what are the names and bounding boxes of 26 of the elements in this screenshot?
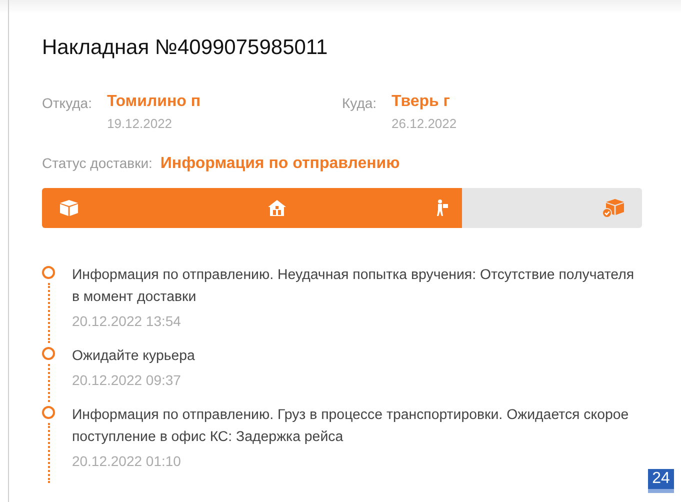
box-icon bbox=[59, 199, 79, 217]
route-date: 26.12.2022 bbox=[392, 116, 457, 131]
status-value: Информация по отправлению bbox=[160, 155, 400, 173]
event-time: 20.12.2022 01:10 bbox=[72, 453, 182, 469]
timeline-dot bbox=[42, 406, 56, 419]
status-label: Статус доставки: bbox=[42, 155, 152, 171]
corner-badge: 24 bbox=[648, 469, 674, 493]
route-label: Откуда: bbox=[42, 94, 92, 113]
event-time: 20.12.2022 13:54 bbox=[72, 313, 182, 329]
city-name: Томилино п bbox=[106, 93, 201, 111]
timeline-line bbox=[48, 283, 50, 343]
event-text: Ожидайте курьера bbox=[72, 347, 196, 366]
timeline-line bbox=[48, 364, 50, 402]
route-date: 19.12.2022 bbox=[106, 116, 174, 131]
event-text: Информация по отправлению. Неудачная попытка вручения: Отсутствие получателя в момент доставки bbox=[72, 266, 636, 307]
route-label: Куда: bbox=[342, 94, 377, 113]
city-name: Тверь г bbox=[392, 93, 451, 111]
courier-icon bbox=[435, 199, 449, 217]
warehouse-icon bbox=[267, 199, 287, 217]
timeline-line bbox=[48, 423, 50, 483]
timeline-dot bbox=[42, 266, 56, 279]
waybill-title: Накладная №4099075985011 bbox=[42, 36, 329, 60]
event-time: 20.12.2022 09:37 bbox=[72, 372, 182, 388]
timeline-dot bbox=[42, 347, 56, 360]
event-text: Информация по отправлению. Груз в процессе транспортировки. Ожидается скорое поступление в офис КС: Задержка рейса bbox=[72, 406, 630, 447]
box-check-icon bbox=[602, 198, 626, 218]
